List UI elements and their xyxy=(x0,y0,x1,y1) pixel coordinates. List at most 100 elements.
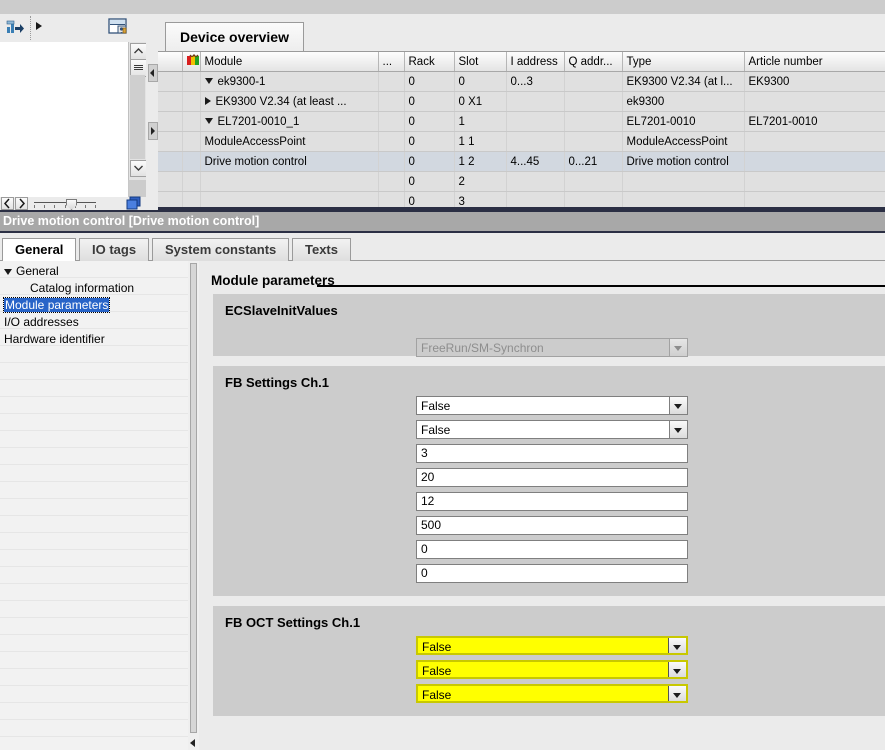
play-arrow-icon[interactable] xyxy=(36,22,42,30)
row-flag-cell[interactable] xyxy=(182,91,201,112)
zoom-slider-track[interactable] xyxy=(34,202,96,203)
chevron-down-icon[interactable] xyxy=(669,397,687,414)
cell-q-address[interactable] xyxy=(564,91,623,112)
combo-referenced[interactable]: False xyxy=(416,420,688,439)
splitter-arrow-icon[interactable] xyxy=(190,739,195,747)
cell-slot[interactable]: 1 2 xyxy=(454,151,507,172)
col-type[interactable]: Type xyxy=(622,52,745,72)
device-overview-table[interactable]: Module ... Rack Slot I address Q addr...… xyxy=(158,52,885,212)
col-i-address[interactable]: I address xyxy=(506,52,565,72)
nav-item-module-parameters[interactable]: Module parameters xyxy=(0,297,111,314)
row-gutter[interactable] xyxy=(158,91,183,112)
chevron-down-icon[interactable] xyxy=(669,339,687,356)
row-flag-cell[interactable] xyxy=(182,151,201,172)
tab-general[interactable]: General xyxy=(2,238,77,261)
cell-slot[interactable]: 0 X1 xyxy=(454,91,507,112)
cell-i-address[interactable] xyxy=(506,111,565,132)
nav-item-hardware-identifier[interactable]: Hardware identifier xyxy=(0,331,105,348)
cell-dots[interactable] xyxy=(378,91,405,112)
input-observer-feed-forward[interactable]: 0 xyxy=(416,540,688,559)
cell-rack[interactable]: 0 xyxy=(404,91,455,112)
cell-type[interactable]: EL7201-0010 xyxy=(622,111,745,132)
inspector-tabstrip[interactable]: General IO tags System constants Texts xyxy=(0,233,885,261)
input-position-offset[interactable]: 0 xyxy=(416,564,688,583)
cell-article-number[interactable]: EL7201-0010 xyxy=(744,111,885,132)
device-view-canvas[interactable] xyxy=(0,42,129,197)
splitter-bar[interactable] xyxy=(190,263,197,733)
tab-system-constants[interactable]: System constants xyxy=(152,238,290,261)
col-article-number[interactable]: Article number xyxy=(744,52,885,72)
table-row[interactable]: ek9300-1 0 0 0...3 EK9300 V2.34 (at l... EK93… xyxy=(158,71,885,92)
col-slot[interactable]: Slot xyxy=(454,52,507,72)
cell-module[interactable] xyxy=(200,171,379,192)
cell-q-address[interactable] xyxy=(564,131,623,152)
module-parameters-pane[interactable]: Module parameters ECSlaveInitValuesDC Mo… xyxy=(199,261,885,750)
cell-q-address[interactable] xyxy=(564,71,623,92)
col-dots[interactable]: ... xyxy=(378,52,405,72)
combo-enable-auto-config[interactable]: False xyxy=(416,636,688,655)
input-singleturn-bits[interactable]: 20 xyxy=(416,468,688,487)
cell-dots[interactable] xyxy=(378,171,405,192)
scroll-up-button[interactable] xyxy=(130,43,147,60)
chevron-down-icon[interactable] xyxy=(668,662,686,677)
cell-i-address[interactable]: 0...3 xyxy=(506,71,565,92)
cell-type[interactable]: EK9300 V2.34 (at l... xyxy=(622,71,745,92)
cell-type[interactable]: ek9300 xyxy=(622,91,745,112)
network-view-icon[interactable] xyxy=(108,17,128,37)
chevron-down-icon[interactable] xyxy=(669,421,687,438)
col-flag-icon[interactable] xyxy=(182,52,201,72)
combo-reconfig-non-identical-motor[interactable]: False xyxy=(416,684,688,703)
row-flag-cell[interactable] xyxy=(182,131,201,152)
cell-i-address[interactable] xyxy=(506,131,565,152)
cell-rack[interactable]: 0 xyxy=(404,151,455,172)
insert-device-icon[interactable] xyxy=(6,18,24,36)
cell-slot[interactable]: 2 xyxy=(454,171,507,192)
cell-article-number[interactable] xyxy=(744,91,885,112)
tab-texts[interactable]: Texts xyxy=(292,238,351,261)
cell-rack[interactable]: 0 xyxy=(404,131,455,152)
canvas-vertical-scrollbar[interactable] xyxy=(128,42,147,180)
cell-i-address[interactable]: 4...45 xyxy=(506,151,565,172)
cell-module[interactable]: ModuleAccessPoint xyxy=(200,131,379,152)
col-q-address[interactable]: Q addr... xyxy=(564,52,623,72)
cell-module[interactable]: EL7201-0010_1 xyxy=(200,111,379,132)
row-gutter[interactable] xyxy=(158,171,183,192)
cell-dots[interactable] xyxy=(378,131,405,152)
cell-module[interactable]: ek9300-1 xyxy=(200,71,379,92)
input-multiturn-bits[interactable]: 12 xyxy=(416,492,688,511)
cell-rack[interactable]: 0 xyxy=(404,111,455,132)
table-row[interactable]: EL7201-0010_1 0 1 EL7201-0010 EL7201-0010 xyxy=(158,111,885,132)
twisty-expanded-icon[interactable] xyxy=(204,78,213,85)
table-row[interactable]: Drive motion control 0 1 2 4...45 0...21 Driv… xyxy=(158,151,885,172)
col-gutter[interactable] xyxy=(158,52,183,72)
cell-slot[interactable]: 1 xyxy=(454,111,507,132)
page-left-button[interactable] xyxy=(1,197,14,210)
cell-type[interactable]: ModuleAccessPoint xyxy=(622,131,745,152)
table-row[interactable]: ModuleAccessPoint 0 1 1 ModuleAccessPoint xyxy=(158,131,885,152)
cell-type[interactable] xyxy=(622,171,745,192)
table-row[interactable]: 02 xyxy=(158,171,885,192)
row-gutter[interactable] xyxy=(158,151,183,172)
inspector-nav-tree[interactable]: General Catalog information Module paramet… xyxy=(0,261,188,750)
cell-type[interactable]: Drive motion control xyxy=(622,151,745,172)
inspector-splitter[interactable] xyxy=(188,261,199,750)
nav-item-i-o-addresses[interactable]: I/O addresses xyxy=(0,314,79,331)
row-flag-cell[interactable] xyxy=(182,71,201,92)
col-module[interactable]: Module xyxy=(200,52,379,72)
cell-rack[interactable]: 0 xyxy=(404,71,455,92)
cell-q-address[interactable] xyxy=(564,171,623,192)
cell-module[interactable]: EK9300 V2.34 (at least ... xyxy=(200,91,379,112)
cell-article-number[interactable] xyxy=(744,151,885,172)
cell-dots[interactable] xyxy=(378,151,405,172)
cell-dots[interactable] xyxy=(378,71,405,92)
row-flag-cell[interactable] xyxy=(182,111,201,132)
row-flag-cell[interactable] xyxy=(182,171,201,192)
cell-slot[interactable]: 1 1 xyxy=(454,131,507,152)
splitter-collapse-left[interactable] xyxy=(148,64,158,82)
cell-article-number[interactable] xyxy=(744,131,885,152)
tab-io-tags[interactable]: IO tags xyxy=(79,238,150,261)
scroll-down-button[interactable] xyxy=(130,160,147,177)
twisty-expanded-icon[interactable] xyxy=(4,268,12,275)
chevron-down-icon[interactable] xyxy=(668,638,686,653)
cell-dots[interactable] xyxy=(378,111,405,132)
